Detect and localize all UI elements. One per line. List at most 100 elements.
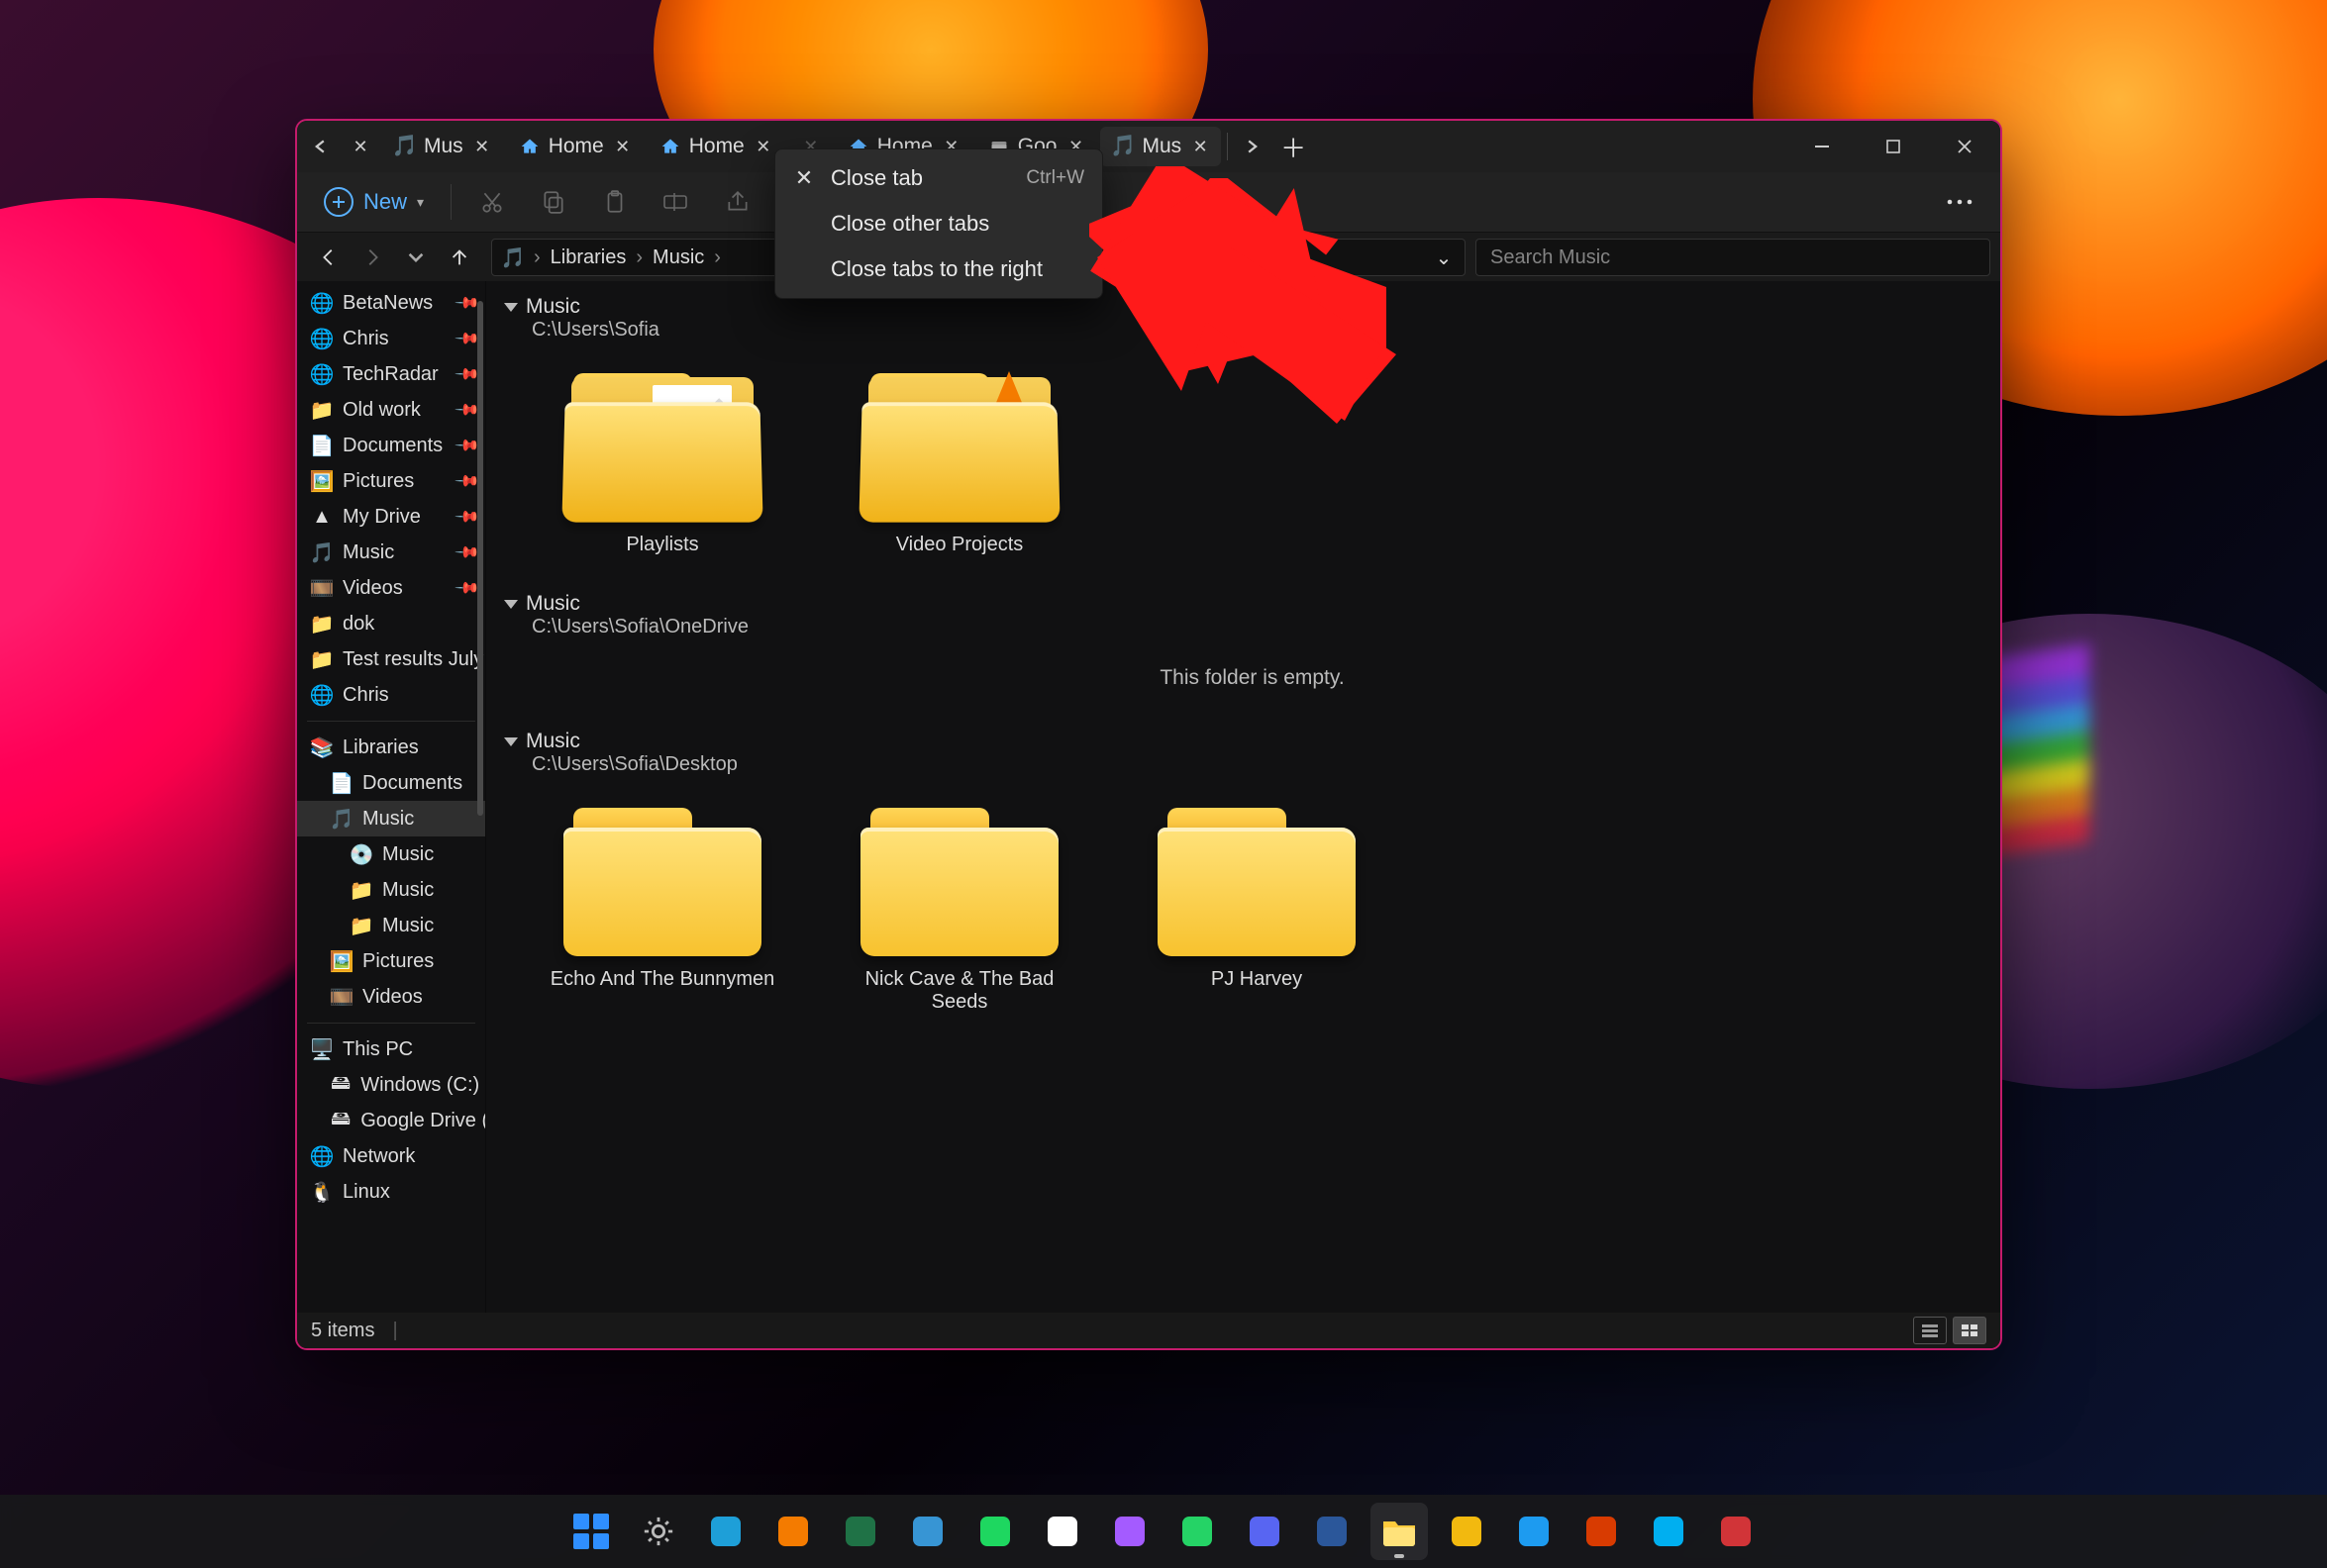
globe-blue-icon: 🌐 xyxy=(311,363,333,385)
taskbar-app-files[interactable] xyxy=(899,1503,957,1560)
close-icon[interactable]: ✕ xyxy=(1187,134,1213,159)
sidebar-item[interactable]: 📁dok xyxy=(297,606,485,641)
new-tab-button[interactable]: ＋ xyxy=(1271,125,1315,168)
tab0-close-leading[interactable]: ✕ xyxy=(341,127,380,166)
nav-forward[interactable] xyxy=(351,238,394,277)
maximize-button[interactable] xyxy=(1858,121,1929,172)
sidebar-item[interactable]: 📁Old work📌 xyxy=(297,392,485,428)
taskbar-app-start[interactable] xyxy=(562,1503,620,1560)
spotify-icon xyxy=(977,1514,1013,1549)
doc-icon: 📄 xyxy=(331,772,353,794)
nav-back[interactable] xyxy=(307,238,351,277)
folder-item[interactable]: Echo And The Bunnymen xyxy=(544,798,781,1014)
sidebar-item[interactable]: 🌐Chris📌 xyxy=(297,321,485,356)
sidebar-item[interactable]: 🎞️Videos📌 xyxy=(297,570,485,606)
breadcrumb-sep: › xyxy=(636,246,643,269)
sidebar-item[interactable]: 🌐TechRadar📌 xyxy=(297,356,485,392)
sidebar-item[interactable]: 📁Test results July 20 xyxy=(297,641,485,677)
breadcrumb-music[interactable]: Music xyxy=(653,246,704,269)
close-icon[interactable]: ✕ xyxy=(610,134,636,159)
close-window-button[interactable] xyxy=(1929,121,2000,172)
taskbar-app-explorer[interactable] xyxy=(1370,1503,1428,1560)
sidebar-item[interactable]: 🖼️Pictures📌 xyxy=(297,463,485,499)
sidebar-scrollbar[interactable] xyxy=(475,285,485,1309)
share-button[interactable] xyxy=(711,180,764,224)
close-icon[interactable]: ✕ xyxy=(469,134,495,159)
breadcrumb-libraries[interactable]: Libraries xyxy=(551,246,627,269)
sidebar-item[interactable]: 🌐BetaNews📌 xyxy=(297,285,485,321)
menu-close-tab[interactable]: ✕ Close tab Ctrl+W xyxy=(775,155,1102,201)
sidebar-this-pc[interactable]: 🖥️This PC xyxy=(297,1031,485,1067)
tab-home-2[interactable]: Home ✕ xyxy=(648,127,784,166)
tabs-scroll-left[interactable] xyxy=(301,127,341,166)
folder-icon: 📁 xyxy=(311,648,333,670)
rename-button[interactable] xyxy=(650,180,703,224)
nav-up[interactable] xyxy=(438,238,481,277)
sidebar-item[interactable]: 🎵Music📌 xyxy=(297,535,485,570)
cut-button[interactable] xyxy=(465,180,519,224)
more-button[interactable] xyxy=(1933,180,1986,224)
sidebar-item[interactable]: 📄Documents📌 xyxy=(297,428,485,463)
menu-close-tabs-right[interactable]: Close tabs to the right xyxy=(775,246,1102,292)
tab-music-0[interactable]: 🎵 Mus ✕ xyxy=(382,127,503,166)
sidebar-item[interactable]: 📄Documents xyxy=(297,765,485,801)
sidebar-item[interactable]: 📁Music xyxy=(297,908,485,943)
group-header[interactable]: MusicC:\Users\Sofia\Desktop xyxy=(504,724,2000,778)
view-details-button[interactable] xyxy=(1913,1317,1947,1344)
paste-button[interactable] xyxy=(588,180,642,224)
folder-item[interactable]: Video Projects xyxy=(841,363,1078,556)
taskbar-app-snip[interactable] xyxy=(1707,1503,1765,1560)
sidebar-item[interactable]: ▲My Drive📌 xyxy=(297,499,485,535)
taskbar-app-discord[interactable] xyxy=(1236,1503,1293,1560)
taskbar-app-notes[interactable] xyxy=(1303,1503,1361,1560)
sidebar-item[interactable]: 🌐Chris xyxy=(297,677,485,713)
navigation-pane[interactable]: 🌐BetaNews📌🌐Chris📌🌐TechRadar📌📁Old work📌📄D… xyxy=(297,281,486,1313)
sidebar-item[interactable]: 🎞️Videos xyxy=(297,979,485,1015)
sidebar-libraries[interactable]: 📚Libraries xyxy=(297,730,485,765)
close-icon[interactable]: ✕ xyxy=(751,134,776,159)
folder-item[interactable]: PJ Harvey xyxy=(1138,798,1375,1014)
copy-button[interactable] xyxy=(527,180,580,224)
folder-item[interactable]: Nick Cave & The Bad Seeds xyxy=(841,798,1078,1014)
sidebar-item[interactable]: 🖴Google Drive (G xyxy=(297,1103,485,1138)
taskbar[interactable] xyxy=(0,1495,2327,1568)
sidebar-network[interactable]: 🌐Network xyxy=(297,1138,485,1174)
taskbar-app-settings[interactable] xyxy=(630,1503,687,1560)
chevron-down-icon[interactable]: ⌄ xyxy=(1433,246,1455,268)
folder-item[interactable]: Playlists xyxy=(544,363,781,556)
sidebar-item[interactable]: 💿Music xyxy=(297,836,485,872)
copilot-icon xyxy=(1045,1514,1080,1549)
sidebar-item[interactable]: 🖴Windows (C:) xyxy=(297,1067,485,1103)
tab-home-1[interactable]: Home ✕ xyxy=(507,127,644,166)
tabs-scroll-right[interactable] xyxy=(1232,127,1271,166)
excel-icon xyxy=(843,1514,878,1549)
disk-icon: 🖴 xyxy=(331,1110,351,1131)
view-large-icons-button[interactable] xyxy=(1953,1317,1986,1344)
menu-close-other-tabs[interactable]: Close other tabs xyxy=(775,201,1102,246)
taskbar-app-chrome[interactable] xyxy=(1438,1503,1495,1560)
group-name: Music xyxy=(526,295,580,319)
taskbar-app-spotify[interactable] xyxy=(966,1503,1024,1560)
sidebar-item[interactable]: 🖼️Pictures xyxy=(297,943,485,979)
sidebar-item[interactable]: 📁Music xyxy=(297,872,485,908)
search-input[interactable]: Search Music xyxy=(1475,239,1990,276)
minimize-button[interactable] xyxy=(1786,121,1858,172)
group-path: C:\Users\Sofia\Desktop xyxy=(504,753,2000,776)
group-header[interactable]: MusicC:\Users\Sofia\OneDrive xyxy=(504,586,2000,640)
taskbar-app-excel[interactable] xyxy=(832,1503,889,1560)
sidebar-item[interactable]: 🎵Music xyxy=(297,801,485,836)
taskbar-app-skype[interactable] xyxy=(1640,1503,1697,1560)
taskbar-app-copilot[interactable] xyxy=(1034,1503,1091,1560)
vlc-icon xyxy=(775,1514,811,1549)
taskbar-app-edge[interactable] xyxy=(697,1503,755,1560)
taskbar-app-vlc[interactable] xyxy=(764,1503,822,1560)
taskbar-app-whatsapp[interactable] xyxy=(1168,1503,1226,1560)
tab-music-6-active[interactable]: 🎵 Mus ✕ xyxy=(1100,127,1221,166)
taskbar-app-twitter[interactable] xyxy=(1505,1503,1563,1560)
sidebar-linux[interactable]: 🐧Linux xyxy=(297,1174,485,1210)
disk-icon: 🖴 xyxy=(331,1074,351,1096)
nav-recent-chevron[interactable] xyxy=(394,238,438,277)
taskbar-app-messenger[interactable] xyxy=(1101,1503,1159,1560)
taskbar-app-calendar[interactable] xyxy=(1572,1503,1630,1560)
new-button[interactable]: New ▾ xyxy=(311,180,437,224)
